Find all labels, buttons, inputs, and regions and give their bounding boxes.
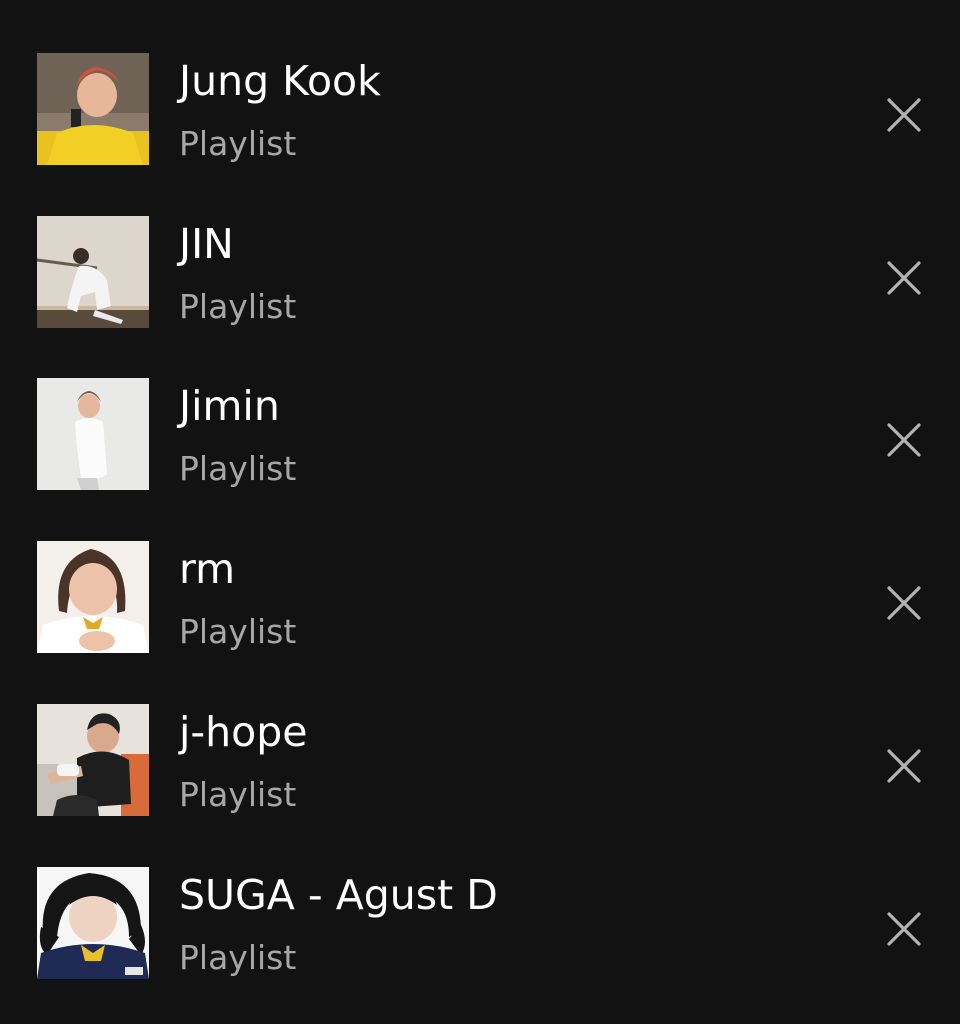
item-subtitle: Playlist: [179, 938, 297, 977]
remove-button[interactable]: [874, 736, 934, 796]
item-subtitle: Playlist: [179, 612, 297, 651]
playlist-cover: [37, 541, 149, 653]
list-item[interactable]: SUGA - Agust D Playlist: [0, 867, 960, 979]
remove-button[interactable]: [874, 248, 934, 308]
item-subtitle: Playlist: [179, 124, 297, 163]
remove-button[interactable]: [874, 899, 934, 959]
item-title: SUGA - Agust D: [179, 871, 498, 919]
item-title: j-hope: [179, 708, 308, 756]
remove-button[interactable]: [874, 410, 934, 470]
playlist-cover: [37, 867, 149, 979]
item-title: Jimin: [179, 382, 280, 430]
close-icon: [887, 423, 921, 457]
playlist-cover: [37, 704, 149, 816]
close-icon: [887, 98, 921, 132]
list-item[interactable]: rm Playlist: [0, 541, 960, 653]
list-item[interactable]: Jimin Playlist: [0, 378, 960, 490]
close-icon: [887, 749, 921, 783]
close-icon: [887, 261, 921, 295]
list-item[interactable]: j-hope Playlist: [0, 704, 960, 816]
list-item[interactable]: JIN Playlist: [0, 216, 960, 328]
item-subtitle: Playlist: [179, 449, 297, 488]
playlist-cover: [37, 53, 149, 165]
list-item[interactable]: Jung Kook Playlist: [0, 53, 960, 165]
item-subtitle: Playlist: [179, 287, 297, 326]
close-icon: [887, 586, 921, 620]
playlist-cover: [37, 216, 149, 328]
item-title: JIN: [179, 220, 234, 268]
item-subtitle: Playlist: [179, 775, 297, 814]
remove-button[interactable]: [874, 573, 934, 633]
item-title: Jung Kook: [179, 57, 381, 105]
item-title: rm: [179, 545, 236, 593]
remove-button[interactable]: [874, 85, 934, 145]
playlist-cover: [37, 378, 149, 490]
close-icon: [887, 912, 921, 946]
